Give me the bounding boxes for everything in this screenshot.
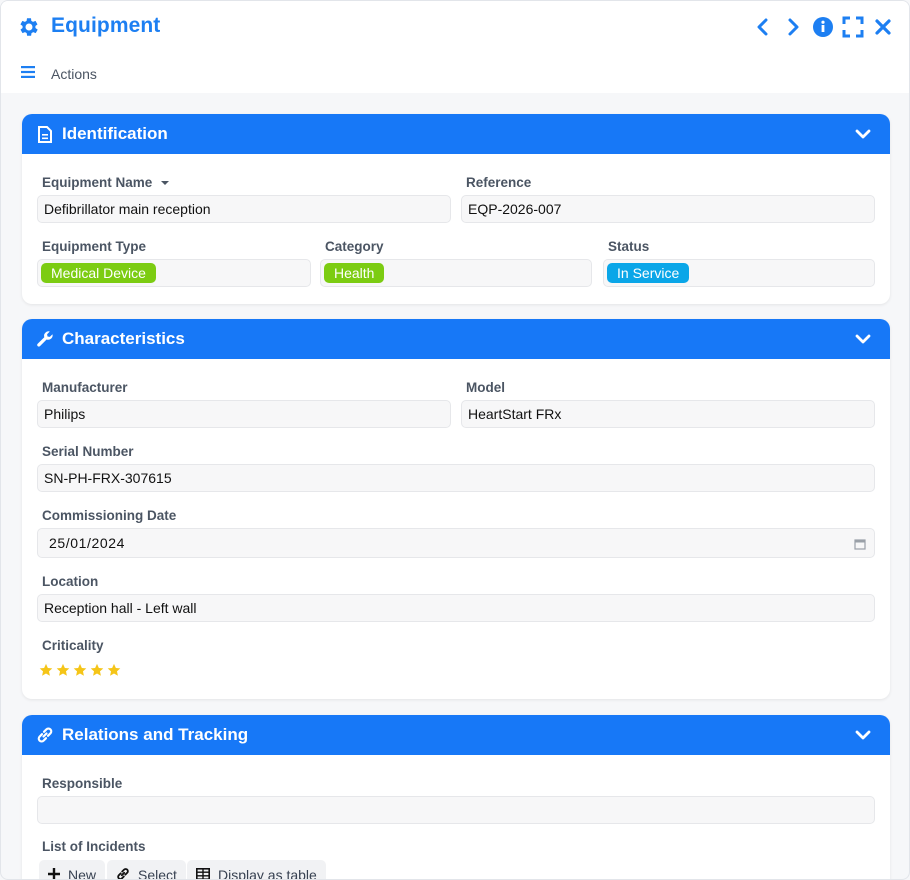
display-as-table-button[interactable]: Display as table <box>187 860 326 880</box>
document-icon <box>36 125 54 143</box>
actions-menu[interactable]: Actions <box>21 65 97 83</box>
category-field[interactable]: Health <box>320 259 592 287</box>
star-icon[interactable] <box>56 663 70 677</box>
fullscreen-icon[interactable] <box>841 15 865 39</box>
equipment-window: Equipment Actions Identification Equipme… <box>0 0 910 880</box>
relations-header[interactable]: Relations and Tracking <box>22 715 890 755</box>
info-icon[interactable] <box>811 15 835 39</box>
identification-title: Identification <box>62 124 168 143</box>
caret-down-icon[interactable] <box>160 179 170 187</box>
commissioning-date-label: Commissioning Date <box>42 508 177 523</box>
wrench-icon <box>36 330 54 348</box>
chevron-down-icon[interactable] <box>854 125 872 143</box>
hamburger-menu-icon <box>21 65 35 83</box>
new-incident-button[interactable]: New <box>39 860 106 880</box>
relations-panel: Relations and Tracking Responsible List … <box>22 715 890 880</box>
serial-number-label: Serial Number <box>42 444 134 459</box>
status-field[interactable]: In Service <box>603 259 875 287</box>
equipment-type-field[interactable]: Medical Device <box>37 259 311 287</box>
category-tag: Health <box>324 263 385 283</box>
link-icon <box>116 867 130 879</box>
location-label: Location <box>42 574 99 589</box>
manufacturer-field[interactable]: Philips <box>37 400 451 428</box>
incidents-label: List of Incidents <box>42 839 146 854</box>
criticality-rating[interactable] <box>39 663 121 677</box>
star-icon[interactable] <box>90 663 104 677</box>
responsible-label: Responsible <box>42 776 123 791</box>
equipment-type-tag: Medical Device <box>41 263 156 283</box>
chevron-right-icon[interactable] <box>781 15 805 39</box>
location-field[interactable]: Reception hall - Left wall <box>37 594 875 622</box>
star-icon[interactable] <box>73 663 87 677</box>
select-incident-button[interactable]: Select <box>107 860 186 880</box>
select-button-label: Select <box>138 867 177 880</box>
table-button-label: Display as table <box>218 867 317 880</box>
model-field[interactable]: HeartStart FRx <box>461 400 875 428</box>
plus-icon <box>48 867 60 879</box>
commissioning-date-field[interactable]: 25/01/2024 <box>37 528 875 558</box>
table-icon <box>196 867 210 879</box>
status-tag: In Service <box>607 263 690 283</box>
actions-label: Actions <box>51 66 97 82</box>
responsible-field[interactable] <box>37 796 875 824</box>
chevron-down-icon[interactable] <box>854 330 872 348</box>
close-icon[interactable] <box>871 15 895 39</box>
criticality-label: Criticality <box>42 638 104 653</box>
equipment-name-label: Equipment Name <box>42 175 170 190</box>
characteristics-panel: Characteristics Manufacturer Philips Mod… <box>22 319 890 699</box>
characteristics-header[interactable]: Characteristics <box>22 319 890 359</box>
equipment-name-field[interactable]: Defibrillator main reception <box>37 195 451 223</box>
category-label: Category <box>325 239 384 254</box>
serial-number-field[interactable]: SN-PH-FRX-307615 <box>37 464 875 492</box>
star-icon[interactable] <box>39 663 53 677</box>
star-icon[interactable] <box>107 663 121 677</box>
equipment-type-label: Equipment Type <box>42 239 147 254</box>
model-label: Model <box>466 380 505 395</box>
gear-icon <box>17 15 41 39</box>
identification-panel: Identification Equipment Name Defibrilla… <box>22 114 890 304</box>
manufacturer-label: Manufacturer <box>42 380 128 395</box>
characteristics-title: Characteristics <box>62 329 185 348</box>
status-label: Status <box>608 239 650 254</box>
link-icon <box>36 726 54 744</box>
relations-title: Relations and Tracking <box>62 725 249 744</box>
chevron-down-icon[interactable] <box>854 726 872 744</box>
calendar-icon[interactable] <box>854 537 866 553</box>
window-controls <box>751 15 895 39</box>
title-bar: Equipment Actions <box>1 1 909 93</box>
new-button-label: New <box>68 867 97 880</box>
identification-header[interactable]: Identification <box>22 114 890 154</box>
reference-field[interactable]: EQP-2026-007 <box>461 195 875 223</box>
window-title: Equipment <box>51 14 161 37</box>
reference-label: Reference <box>466 175 532 190</box>
chevron-left-icon[interactable] <box>751 15 775 39</box>
commissioning-date-value: 25/01/2024 <box>49 535 126 551</box>
